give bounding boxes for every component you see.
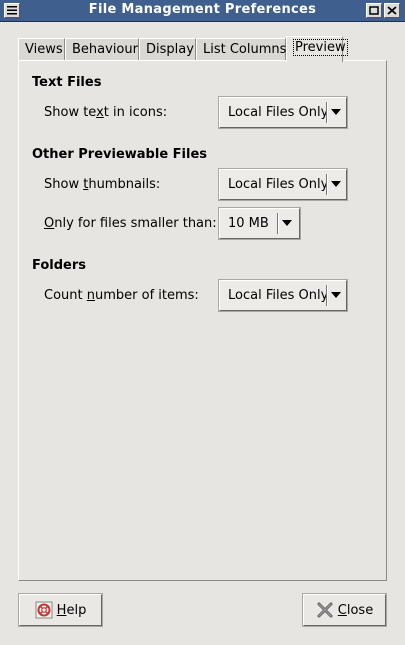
chevron-down-icon <box>331 292 341 298</box>
combo-value: 10 MB <box>228 216 269 231</box>
file-size-limit-label: Only for files smaller than: <box>44 216 217 231</box>
chevron-down-icon <box>331 181 341 187</box>
text-files-heading: Text Files <box>32 75 102 90</box>
tab-behaviour[interactable]: Behaviour <box>65 38 139 60</box>
folders-heading: Folders <box>32 258 87 273</box>
tab-views[interactable]: Views <box>18 38 65 60</box>
window-title: File Management Preferences <box>88 2 317 17</box>
minimize-icon[interactable] <box>366 3 382 18</box>
close-x-icon <box>316 601 334 619</box>
show-text-label: Show text in icons: <box>44 105 168 120</box>
show-thumbnails-combo[interactable]: Local Files Only <box>218 168 348 201</box>
preview-panel: Text Files Show text in icons: Local Fil… <box>18 60 387 581</box>
close-icon[interactable] <box>384 3 400 18</box>
tab-label: Behaviour <box>72 42 138 57</box>
title-bar[interactable]: File Management Preferences <box>0 0 405 22</box>
tab-display[interactable]: Display <box>139 38 196 60</box>
tab-label: Preview <box>293 39 348 56</box>
help-label: Help <box>56 602 87 618</box>
tab-label: Display <box>146 42 194 57</box>
close-label: Close <box>337 602 374 618</box>
tab-preview[interactable]: Preview <box>286 36 348 62</box>
count-items-combo[interactable]: Local Files Only <box>218 279 348 312</box>
tab-label: Views <box>25 42 63 57</box>
combo-value: Local Files Only <box>228 105 329 120</box>
combo-value: Local Files Only <box>228 177 329 192</box>
help-button[interactable]: Help <box>18 593 103 627</box>
chevron-down-icon <box>331 109 341 115</box>
show-text-combo[interactable]: Local Files Only <box>218 96 348 129</box>
show-thumbnails-label: Show thumbnails: <box>44 177 161 192</box>
chevron-down-icon <box>282 220 292 226</box>
tab-list-columns[interactable]: List Columns <box>196 38 286 60</box>
file-size-limit-combo[interactable]: 10 MB <box>218 207 301 240</box>
tab-label: List Columns <box>203 42 287 57</box>
close-button[interactable]: Close <box>302 593 387 627</box>
count-items-label: Count number of items: <box>44 288 199 303</box>
help-lifebuoy-icon <box>35 601 53 619</box>
other-files-heading: Other Previewable Files <box>32 147 208 162</box>
combo-value: Local Files Only <box>228 288 329 303</box>
